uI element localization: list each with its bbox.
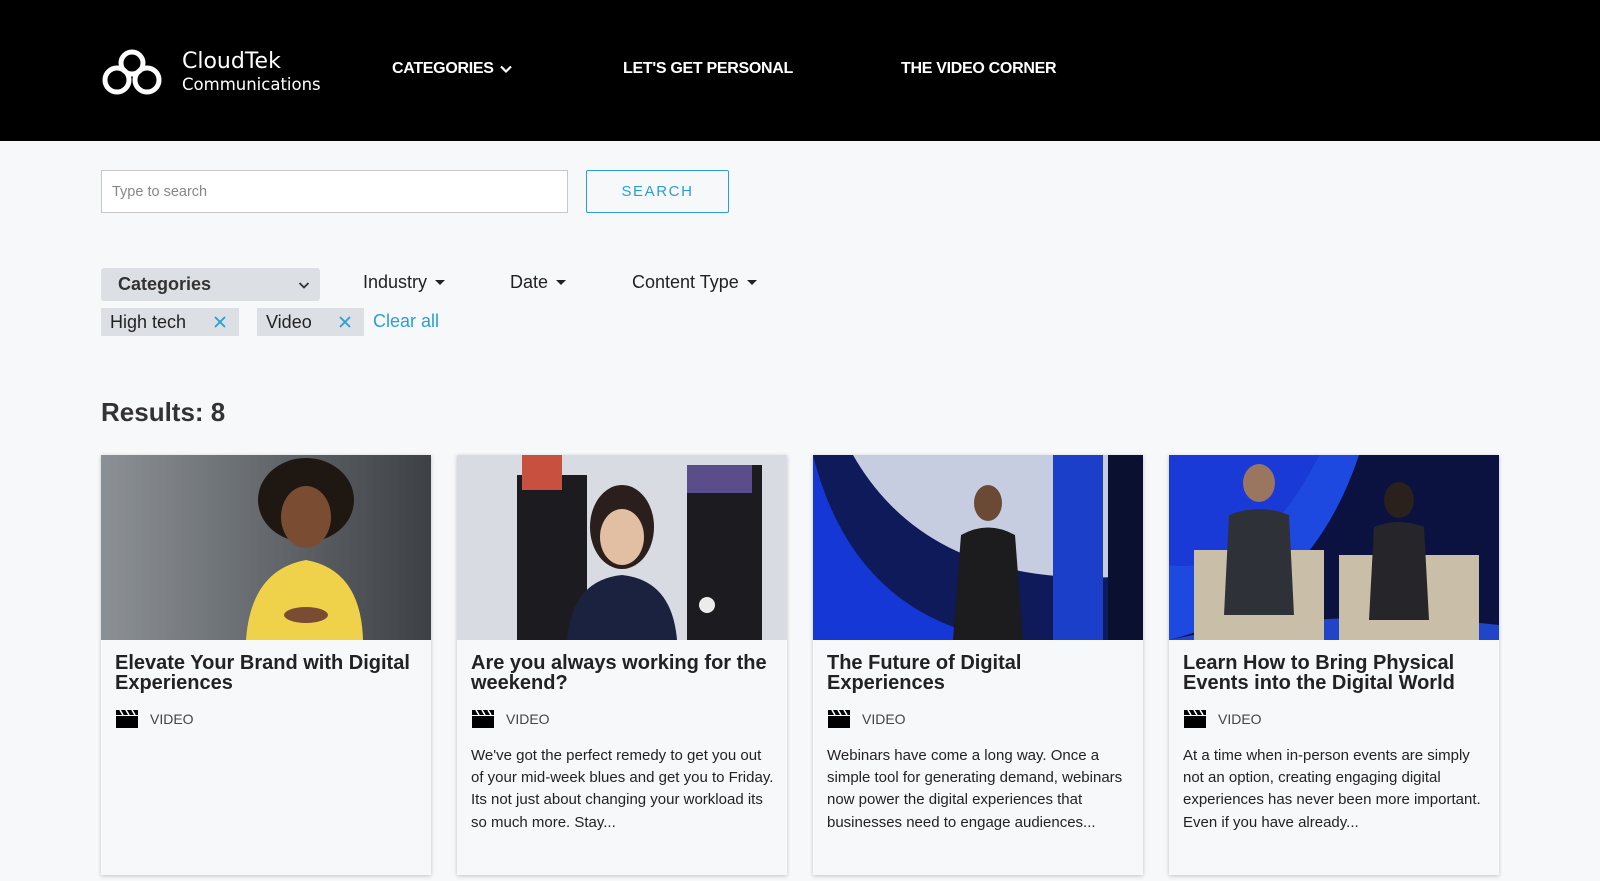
industry-filter[interactable]: Industry (363, 272, 446, 293)
content-card[interactable]: Learn How to Bring Physical Events into … (1169, 455, 1499, 875)
card-type-label: VIDEO (150, 711, 194, 727)
card-type: VIDEO (115, 709, 194, 729)
brand-subtitle: Communications (182, 75, 321, 94)
filter-chip-video: Video (257, 308, 364, 336)
card-description: At a time when in-person events are simp… (1183, 747, 1481, 831)
nav-video-corner[interactable]: THE VIDEO CORNER (901, 60, 1057, 78)
brand-name: CloudTek (182, 49, 281, 74)
chevron-down-icon (499, 65, 512, 74)
caret-down-icon (556, 280, 567, 285)
content-card[interactable]: Are you always working for the weekend? … (457, 455, 787, 875)
nav-categories[interactable]: CATEGORIES (392, 60, 512, 78)
caret-down-icon (435, 280, 446, 285)
card-type: VIDEO (827, 709, 906, 729)
card-thumbnail (101, 455, 431, 640)
filter-chip-high-tech: High tech (101, 308, 239, 336)
results-count: Results: 8 (101, 397, 226, 427)
nav-lets-get-personal[interactable]: LET'S GET PERSONAL (623, 60, 793, 78)
content-type-filter[interactable]: Content Type (632, 272, 757, 293)
caret-down-icon (746, 280, 757, 285)
close-icon[interactable] (213, 315, 227, 329)
card-thumbnail (1169, 455, 1499, 640)
filter-chip-label: High tech (110, 311, 187, 332)
fireside-chat-image (1169, 455, 1499, 640)
content-card[interactable]: The Future of Digital Experiences VIDEO … (813, 455, 1143, 875)
brand-logo[interactable]: CloudTek Communications (101, 46, 331, 98)
woman-at-desk-image (457, 455, 787, 640)
site-header: CloudTek Communications CATEGORIES LET'S… (0, 0, 1600, 141)
card-title: The Future of Digital Experiences (827, 652, 1022, 694)
cloudtek-logo-icon (102, 49, 162, 95)
card-thumbnail (457, 455, 787, 640)
search-input[interactable] (101, 170, 568, 213)
nav-categories-label: CATEGORIES (392, 60, 494, 77)
date-filter-label: Date (510, 272, 549, 292)
card-type: VIDEO (1183, 709, 1262, 729)
content-type-filter-label: Content Type (632, 272, 739, 292)
content-card[interactable]: Elevate Your Brand with Digital Experien… (101, 455, 431, 875)
clapperboard-icon (1184, 709, 1206, 728)
filter-chip-label: Video (266, 311, 312, 332)
clapperboard-icon (828, 709, 850, 728)
clapperboard-icon (472, 709, 494, 728)
card-title: Learn How to Bring Physical Events into … (1183, 652, 1455, 694)
card-title: Elevate Your Brand with Digital Experien… (115, 652, 410, 694)
brand-text: CloudTek Communications (182, 49, 321, 95)
card-type-label: VIDEO (1218, 711, 1262, 727)
card-description: Webinars have come a long way. Once a si… (827, 747, 1123, 831)
clapperboard-icon (116, 709, 138, 728)
clear-all-link[interactable]: Clear all (373, 311, 439, 332)
chevron-down-icon (298, 281, 310, 289)
categories-select[interactable]: Categories (101, 268, 320, 301)
industry-filter-label: Industry (363, 272, 428, 292)
woman-smiling-image (101, 455, 431, 640)
card-description: We've got the perfect remedy to get you … (471, 747, 774, 831)
close-icon[interactable] (338, 315, 352, 329)
card-type-label: VIDEO (506, 711, 550, 727)
search-button[interactable]: SEARCH (586, 170, 729, 213)
date-filter[interactable]: Date (510, 272, 567, 293)
card-type: VIDEO (471, 709, 550, 729)
card-thumbnail (813, 455, 1143, 640)
card-type-label: VIDEO (862, 711, 906, 727)
card-title: Are you always working for the weekend? (471, 652, 767, 694)
categories-select-label: Categories (118, 274, 212, 294)
speaker-on-stage-image (813, 455, 1143, 640)
